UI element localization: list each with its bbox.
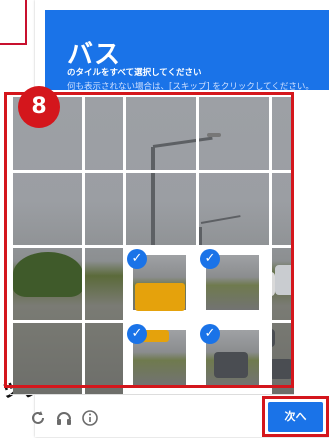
grid-highlight-frame <box>4 92 294 388</box>
challenge-header: バス のタイルをすべて選択してください 何も表示されない場合は、[スキップ] を… <box>45 10 329 92</box>
audio-icon[interactable] <box>54 409 74 429</box>
next-button[interactable]: 次へ <box>268 402 323 432</box>
step-badge: 8 <box>18 86 60 128</box>
info-icon[interactable] <box>80 409 100 429</box>
challenge-skip-note: 何も表示されない場合は、[スキップ] をクリックしてください。 <box>67 82 314 92</box>
previous-step-highlight <box>0 0 27 45</box>
challenge-footer <box>10 394 294 438</box>
challenge-instruction: のタイルをすべて選択してください <box>67 68 202 78</box>
reload-icon[interactable] <box>28 409 48 429</box>
